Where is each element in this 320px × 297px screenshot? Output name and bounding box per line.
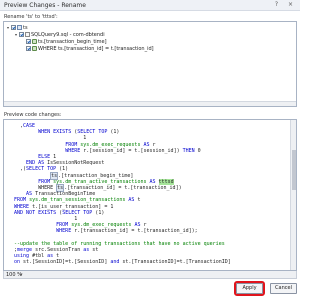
code-text: AND NOT EXISTS (SELECT TOP (1): [14, 209, 105, 216]
reference-icon: [32, 39, 37, 44]
tree-item-root[interactable]: ▾ ts: [6, 24, 28, 31]
tree-item-file[interactable]: ▾ SQLQuery9.sql - com-dbtendi: [14, 31, 105, 38]
code-text: WHERE ts.[transaction_id] = t.[transacti…: [14, 184, 182, 192]
code-line: on st.[SessionID]=t.[SessionID] and st.[…: [4, 259, 290, 265]
code-line: WHEN EXISTS (SELECT TOP (1): [4, 129, 290, 135]
item-checkbox[interactable]: [26, 46, 31, 51]
code-line: AS TransactionBeginTime: [4, 191, 290, 197]
code-text: using #tbl as t: [14, 253, 60, 260]
code-text: ts.[transaction_begin_time]: [50, 171, 134, 180]
zoom-bar: 100 % ▾: [3, 271, 297, 279]
code-line: ,(SELECT TOP (1): [4, 166, 290, 172]
cancel-button[interactable]: Cancel: [270, 283, 297, 294]
code-line: FROM sys.dm_tran_active_transactions AS …: [4, 178, 290, 185]
code-line: END AS IsSessionNotRequest: [4, 160, 290, 166]
tree-item-label: SQLQuery9.sql - com-dbtendi: [31, 31, 105, 38]
code-text: ;merge src.SessionTran as st: [14, 247, 99, 253]
item-checkbox[interactable]: [26, 39, 31, 44]
code-text: WHERE r.[transaction_id] = t.[transactio…: [56, 228, 198, 235]
file-icon: [25, 32, 30, 37]
code-line: 1: [4, 216, 290, 222]
code-line: ,CASE: [4, 123, 290, 129]
code-line: FROM sys.dm_exec_requests AS r: [4, 222, 290, 228]
collapse-icon[interactable]: ▾: [6, 25, 10, 30]
code-line: WHERE r.[transaction_id] = t.[transactio…: [4, 228, 290, 234]
reference-icon: [32, 46, 37, 51]
code-line: ;merge src.SessionTran as st: [4, 247, 290, 253]
code-text: FROM sys.dm_exec_requests AS r: [56, 222, 147, 229]
item-checkbox[interactable]: [11, 25, 16, 30]
code-text: ,(SELECT TOP (1): [14, 166, 69, 173]
code-line: WHERE t.[is_user_transaction] = 1: [4, 204, 290, 210]
help-button[interactable]: ?: [272, 1, 281, 9]
code-text: 1: [14, 135, 87, 142]
tree-item-label: WHERE ts.[transaction_id] = t.[transacti…: [38, 45, 154, 52]
code-text: FROM sys.dm_tran_active_transactions AS …: [38, 178, 174, 185]
code-text: ELSE 1: [38, 154, 57, 160]
code-text: WHERE t.[is_user_transaction] = 1: [14, 203, 114, 210]
code-text: ,CASE: [14, 123, 36, 129]
renamed-alias: tttsd: [158, 178, 174, 185]
tree-header: Rename 'ts' to 'tttsd':: [4, 14, 58, 20]
code-text: FROM sys.dm_tran_session_transactions AS…: [14, 197, 141, 204]
code-text: END AS IsSessionNotRequest: [26, 160, 105, 167]
code-line: WHERE r.[session_id] = t.[session_id]) T…: [4, 148, 290, 154]
code-line: --update the table of running transactio…: [4, 241, 290, 247]
code-line: WHERE ts.[transaction_id] = t.[transacti…: [4, 184, 290, 192]
tree-item-change[interactable]: ts.[transaction_begin_time]: [26, 38, 107, 45]
code-line: FROM sys.dm_tran_session_transactions AS…: [4, 197, 290, 203]
code-text: WHERE r.[session_id] = t.[session_id]) T…: [65, 147, 201, 154]
code-preview[interactable]: ,CASE WHEN EXISTS (SELECT TOP (1) 1 FROM…: [3, 119, 297, 271]
code-text: 1: [14, 216, 78, 222]
code-text: AS TransactionBeginTime: [26, 191, 96, 198]
dropdown-arrow-icon[interactable]: ▾: [20, 272, 23, 278]
variable-icon: [17, 25, 22, 30]
code-header: Preview code changes:: [4, 112, 62, 118]
code-text: WHEN EXISTS (SELECT TOP (1): [38, 129, 120, 136]
vertical-scrollbar[interactable]: [290, 120, 296, 270]
title-bar: Preview Changes - Rename ? ×: [0, 0, 300, 11]
code-line: AND NOT EXISTS (SELECT TOP (1): [4, 210, 290, 216]
tree-item-label: ts: [23, 24, 28, 31]
close-button[interactable]: ×: [286, 1, 295, 9]
code-line: ts.[transaction_begin_time]: [4, 171, 290, 180]
collapse-icon[interactable]: ▾: [14, 32, 18, 37]
code-text: on st.[SessionID]=t.[SessionID] and st.[…: [14, 259, 231, 266]
code-line: ELSE 1: [4, 154, 290, 160]
code-line: FROM sys.dm_exec_requests AS r: [4, 142, 290, 148]
tree-item-label: ts.[transaction_begin_time]: [38, 38, 107, 45]
apply-button[interactable]: Apply: [234, 281, 265, 296]
code-text: --update the table of running transactio…: [14, 240, 225, 247]
horizontal-scrollbar[interactable]: [4, 101, 296, 106]
tree-item-change[interactable]: WHERE ts.[transaction_id] = t.[transacti…: [26, 45, 154, 52]
scrollbar-thumb[interactable]: [292, 150, 296, 190]
item-checkbox[interactable]: [19, 32, 24, 37]
changes-tree[interactable]: ▾ ts ▾ SQLQuery9.sql - com-dbtendi ts.[t…: [3, 21, 297, 107]
code-line: using #tbl as t: [4, 253, 290, 259]
code-text: FROM sys.dm_exec_requests AS r: [65, 141, 156, 148]
window-title: Preview Changes - Rename: [4, 2, 86, 9]
code-line: 1: [4, 135, 290, 141]
